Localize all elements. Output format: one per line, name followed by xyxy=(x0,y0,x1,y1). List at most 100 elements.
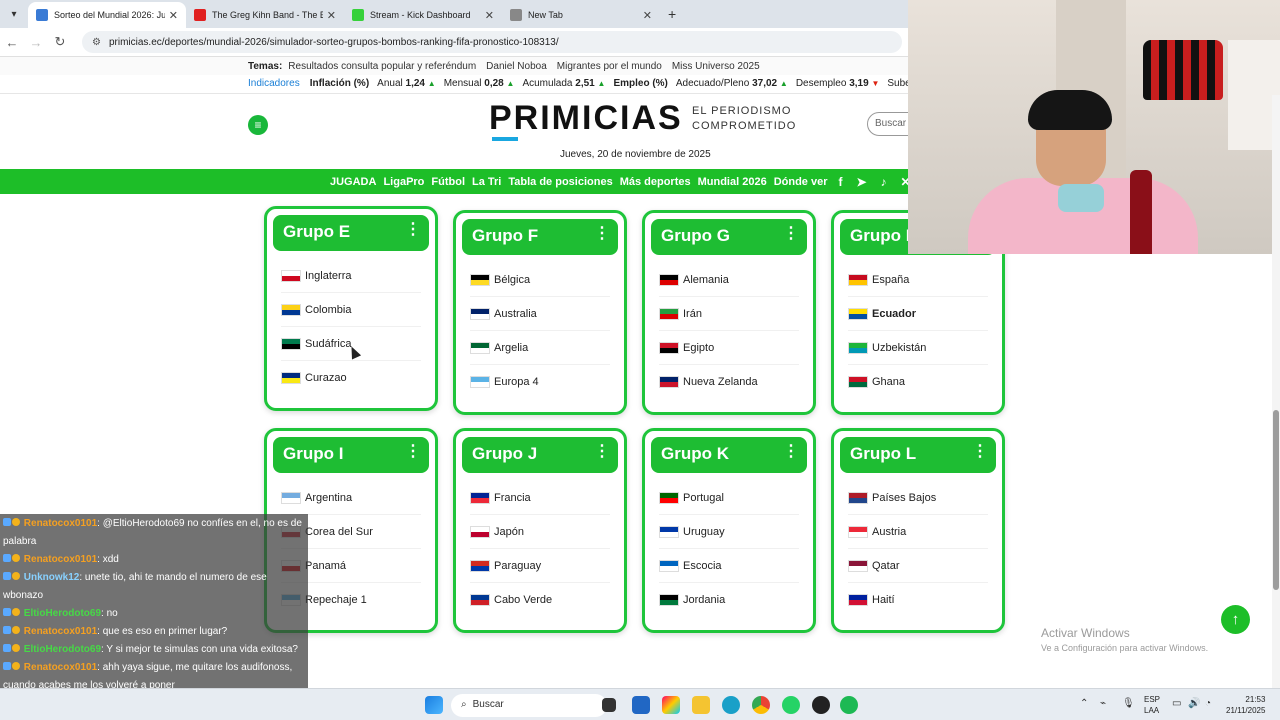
team-row[interactable]: Europa 4 xyxy=(470,365,610,399)
team-row[interactable]: Japón xyxy=(470,515,610,549)
team-row[interactable]: Irán xyxy=(659,297,799,331)
edge-icon[interactable] xyxy=(722,696,740,714)
task-view-icon[interactable] xyxy=(602,698,616,712)
chrome-icon[interactable] xyxy=(752,696,770,714)
whatsapp-icon[interactable] xyxy=(782,696,800,714)
browser-tab[interactable]: Sorteo del Mundial 2026: Juega ✕ xyxy=(28,2,186,28)
nav-item[interactable]: LigaPro xyxy=(383,176,424,188)
chat-username[interactable]: Renatocox0101 xyxy=(24,626,97,637)
team-row[interactable]: Austria xyxy=(848,515,988,549)
chat-username[interactable]: EltioHerodoto69 xyxy=(24,608,101,619)
temas-item[interactable]: Resultados consulta popular y referéndum xyxy=(288,61,476,72)
team-row[interactable]: Francia xyxy=(470,481,610,515)
microphone-icon[interactable]: 🎙 xyxy=(1122,698,1135,709)
file-explorer-icon[interactable] xyxy=(692,696,710,714)
team-row[interactable]: Colombia xyxy=(281,293,421,327)
more-options-icon[interactable]: ⋮ xyxy=(405,222,421,238)
scroll-to-top-button[interactable]: ↑ xyxy=(1221,605,1250,634)
close-tab-icon[interactable]: ✕ xyxy=(327,9,336,22)
team-row[interactable]: Escocia xyxy=(659,549,799,583)
temas-item[interactable]: Migrantes por el mundo xyxy=(557,61,662,72)
temas-item[interactable]: Daniel Noboa xyxy=(486,61,547,72)
nav-item[interactable]: Mundial 2026 xyxy=(698,176,767,188)
flag-icon xyxy=(470,491,490,504)
forward-icon[interactable]: → xyxy=(24,35,48,50)
tray-chevron-icon[interactable]: ⌃ xyxy=(1080,698,1088,709)
team-row[interactable]: Ghana xyxy=(848,365,988,399)
team-row[interactable]: Bélgica xyxy=(470,263,610,297)
new-tab-button[interactable]: + xyxy=(668,6,676,22)
hamburger-menu-icon[interactable]: ≡ xyxy=(248,115,268,135)
url-field[interactable]: ⚙ primicias.ec/deportes/mundial-2026/sim… xyxy=(82,31,902,53)
close-tab-icon[interactable]: ✕ xyxy=(485,9,494,22)
team-row[interactable]: Ecuador xyxy=(848,297,988,331)
page-scrollbar[interactable] xyxy=(1272,95,1280,688)
nav-item[interactable]: Dónde ver xyxy=(774,176,828,188)
display-icon[interactable]: ▭ xyxy=(1172,698,1181,709)
language-indicator[interactable]: ESP LAA xyxy=(1144,694,1160,716)
team-row[interactable]: Australia xyxy=(470,297,610,331)
site-logo[interactable]: PRIMICIAS xyxy=(489,99,683,138)
telegram-icon[interactable]: ➤ xyxy=(856,175,866,189)
indicadores-link[interactable]: Indicadores xyxy=(248,78,300,89)
team-row[interactable]: Nueva Zelanda xyxy=(659,365,799,399)
close-tab-icon[interactable]: ✕ xyxy=(169,9,178,22)
more-options-icon[interactable]: ⋮ xyxy=(783,226,799,242)
nav-item[interactable]: Tabla de posiciones xyxy=(508,176,612,188)
browser-tab[interactable]: New Tab ✕ xyxy=(502,2,660,28)
taskbar-search[interactable]: ⌕ Buscar xyxy=(451,694,607,717)
team-row[interactable]: España xyxy=(848,263,988,297)
browser-tab[interactable]: Stream - Kick Dashboard ✕ xyxy=(344,2,502,28)
back-icon[interactable]: ← xyxy=(0,35,24,50)
temas-item[interactable]: Miss Universo 2025 xyxy=(672,61,760,72)
chat-username[interactable]: EltioHerodoto69 xyxy=(24,644,101,655)
chat-username[interactable]: Renatocox0101 xyxy=(24,518,97,529)
team-row[interactable]: Inglaterra xyxy=(281,259,421,293)
team-row[interactable]: Alemania xyxy=(659,263,799,297)
team-row[interactable]: Paraguay xyxy=(470,549,610,583)
team-row[interactable]: Argentina xyxy=(281,481,421,515)
more-options-icon[interactable]: ⋮ xyxy=(783,444,799,460)
taskbar-clock[interactable]: 21:53 21/11/2025 xyxy=(1226,694,1265,716)
nav-item[interactable]: La Tri xyxy=(472,176,501,188)
team-row[interactable]: Cabo Verde xyxy=(470,583,610,617)
team-row[interactable]: Egipto xyxy=(659,331,799,365)
team-row[interactable]: Países Bajos xyxy=(848,481,988,515)
chat-username[interactable]: Renatocox0101 xyxy=(24,554,97,565)
store-icon[interactable] xyxy=(632,696,650,714)
nav-item[interactable]: JUGADA xyxy=(330,176,376,188)
network-icon[interactable]: ⌁ xyxy=(1100,698,1106,709)
team-row[interactable]: Portugal xyxy=(659,481,799,515)
windows-start-icon[interactable] xyxy=(425,696,443,714)
browser-tab[interactable]: The Greg Kihn Band - The Break ✕ xyxy=(186,2,344,28)
facebook-icon[interactable]: f xyxy=(838,175,842,189)
more-options-icon[interactable]: ⋮ xyxy=(972,444,988,460)
team-name: Irán xyxy=(683,307,702,320)
team-row[interactable]: Jordania xyxy=(659,583,799,617)
team-row[interactable]: Argelia xyxy=(470,331,610,365)
chat-username[interactable]: Unknowk12 xyxy=(24,572,80,583)
more-options-icon[interactable]: ⋮ xyxy=(405,444,421,460)
spotify-icon[interactable] xyxy=(840,696,858,714)
team-row[interactable]: Qatar xyxy=(848,549,988,583)
nav-item[interactable]: Más deportes xyxy=(620,176,691,188)
team-row[interactable]: Curazao xyxy=(281,361,421,395)
team-row[interactable]: Uzbekistán xyxy=(848,331,988,365)
obs-icon[interactable] xyxy=(812,696,830,714)
more-options-icon[interactable]: ⋮ xyxy=(594,444,610,460)
site-info-icon[interactable]: ⚙ xyxy=(92,37,101,48)
more-options-icon[interactable]: ⋮ xyxy=(594,226,610,242)
volume-icon[interactable]: 🔊 xyxy=(1188,698,1200,709)
flag-icon xyxy=(659,273,679,286)
close-tab-icon[interactable]: ✕ xyxy=(643,9,652,22)
wifi-icon[interactable]: ◔ xyxy=(1205,698,1211,709)
tab-search-button[interactable]: ▾ xyxy=(4,4,24,24)
team-row[interactable]: Haití xyxy=(848,583,988,617)
tiktok-icon[interactable]: ♪ xyxy=(881,175,887,189)
team-row[interactable]: Uruguay xyxy=(659,515,799,549)
chat-username[interactable]: Renatocox0101 xyxy=(24,662,97,673)
reload-icon[interactable]: ↻ xyxy=(48,34,72,50)
scrollbar-thumb[interactable] xyxy=(1273,410,1279,590)
nav-item[interactable]: Fútbol xyxy=(431,176,465,188)
copilot-icon[interactable] xyxy=(662,696,680,714)
